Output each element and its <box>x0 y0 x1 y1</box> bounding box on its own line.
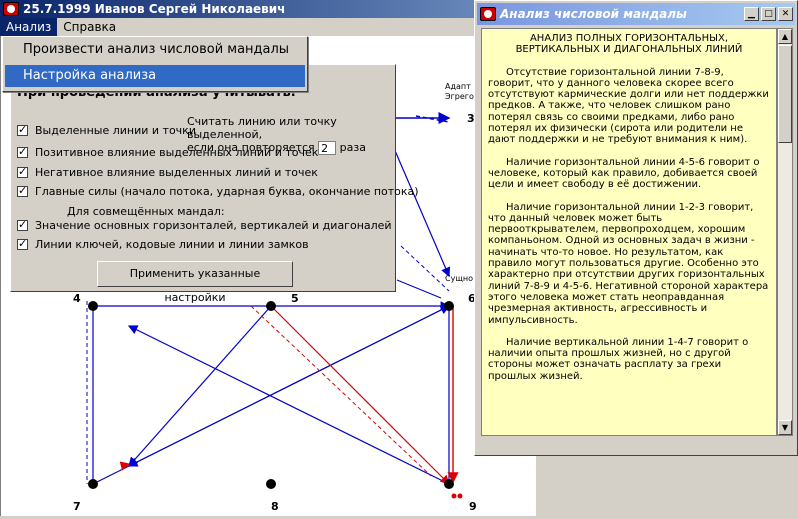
partial-label-adapt: Адапт <box>445 82 471 91</box>
analysis-menu-dropdown: Произвести анализ числовой мандалы Настр… <box>2 36 308 92</box>
node-8 <box>266 479 276 489</box>
line-red-arrow-7 <box>119 461 131 471</box>
vertical-scrollbar[interactable]: ▲ ▼ <box>777 28 793 436</box>
analysis-heading: АНАЛИЗ ПОЛНЫХ ГОРИЗОНТАЛЬНЫХ, ВЕРТИКАЛЬН… <box>515 33 743 56</box>
checkbox-main-lines-meaning[interactable]: Значение основных горизонталей, вертикал… <box>17 218 392 232</box>
node-5 <box>266 301 276 311</box>
checkbox-key-lines[interactable]: Линии ключей, кодовые линии и линии замк… <box>17 237 309 251</box>
node-label-5: 5 <box>291 292 299 305</box>
checkbox-negative-influence[interactable]: Негативное влияние выделенных линий и то… <box>17 165 318 179</box>
result-window-title: Анализ числовой мандалы <box>500 7 687 21</box>
line-9-4 <box>127 325 450 485</box>
line-5-9 <box>270 305 450 485</box>
analysis-paragraph: Наличие горизонтальной линии 1-2-3 говор… <box>488 201 769 326</box>
close-icon[interactable]: ✕ <box>778 7 793 21</box>
minimize-icon[interactable]: ▁ <box>744 7 759 21</box>
checkbox-highlighted-lines[interactable]: Выделенные линии и точки <box>17 123 196 137</box>
analysis-paragraph: Наличие вертикальной линии 1-4-7 говорит… <box>488 336 749 382</box>
checkbox-box[interactable] <box>17 237 28 250</box>
menu-bar: Анализ Справка <box>0 18 480 36</box>
node-7 <box>88 479 98 489</box>
result-window-titlebar: Анализ числовой мандалы ▁ □ ✕ <box>477 3 795 25</box>
repeat-count-input[interactable]: 2 <box>318 141 337 155</box>
app-icon <box>3 2 19 16</box>
line-short-upper <box>396 279 442 299</box>
analysis-paragraph: Отсутствие горизонтальной линии 7-8-9, г… <box>488 66 769 146</box>
node-9-marker-b <box>457 493 463 499</box>
repeat-text-1: Считать линию или точку выделенной, <box>187 115 337 141</box>
node-4 <box>88 301 98 311</box>
node-label-9: 9 <box>469 500 477 513</box>
repeat-suffix: раза <box>339 141 366 154</box>
scrollbar-thumb[interactable] <box>778 45 792 143</box>
node-label-7: 7 <box>73 500 81 513</box>
node-6 <box>444 301 454 311</box>
node-9 <box>444 479 454 489</box>
combined-mandalas-subheader: Для совмещённых мандал: <box>67 205 225 218</box>
line-top-dashed <box>415 115 450 123</box>
line-6-7 <box>127 305 450 467</box>
analysis-settings-panel: При проведении анализа учитывать: Считат… <box>10 64 419 304</box>
partial-label-essence: Сущно <box>445 274 473 283</box>
scroll-up-icon[interactable]: ▲ <box>778 29 792 44</box>
analysis-paragraph: Наличие горизонтальной линии 4-5-6 говор… <box>488 156 760 191</box>
checkbox-box[interactable] <box>17 165 28 178</box>
checkbox-box[interactable] <box>17 123 28 136</box>
maximize-icon[interactable]: □ <box>761 7 776 21</box>
checkbox-box[interactable] <box>17 145 28 158</box>
checkbox-box[interactable] <box>17 184 28 197</box>
analysis-text-area[interactable]: АНАЛИЗ ПОЛНЫХ ГОРИЗОНТАЛЬНЫХ, ВЕРТИКАЛЬН… <box>481 28 777 436</box>
scroll-down-icon[interactable]: ▼ <box>778 420 792 435</box>
node-9-marker-a <box>451 493 457 499</box>
menu-item-analysis-settings[interactable]: Настройка анализа <box>5 65 305 87</box>
checkbox-positive-influence[interactable]: Позитивное влияние выделенных линий и то… <box>17 145 318 159</box>
menu-analysis[interactable]: Анализ <box>0 18 58 36</box>
menu-help[interactable]: Справка <box>57 18 122 36</box>
node-label-8: 8 <box>271 500 279 513</box>
line-diag-upper <box>392 145 451 278</box>
window-icon <box>480 7 496 21</box>
apply-settings-button[interactable]: Применить указанные настройки <box>97 261 293 304</box>
menu-item-run-analysis[interactable]: Произвести анализ числовой мандалы <box>3 39 307 61</box>
app-title: 25.7.1999 Иванов Сергей Николаевич <box>23 2 286 16</box>
checkbox-main-forces[interactable]: Главные силы (начало потока, ударная бук… <box>17 184 419 198</box>
analysis-result-window: Анализ числовой мандалы ▁ □ ✕ АНАЛИЗ ПОЛ… <box>474 0 798 456</box>
partial-label-egregor: Эгрего <box>445 92 474 101</box>
checkbox-box[interactable] <box>17 218 28 231</box>
node-label-4: 4 <box>73 292 81 305</box>
